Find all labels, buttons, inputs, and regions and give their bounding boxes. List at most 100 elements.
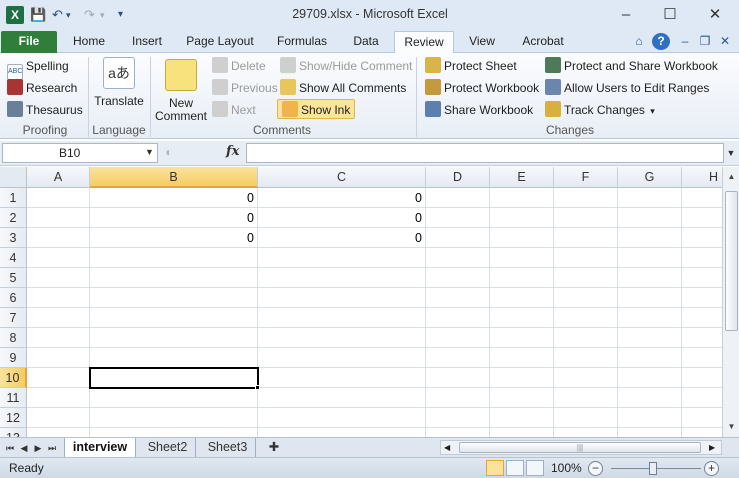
row-header-13[interactable]: 13 — [0, 428, 27, 437]
cell-f13[interactable] — [554, 428, 618, 437]
cell-f10[interactable] — [554, 368, 618, 388]
row-header-10[interactable]: 10 — [0, 368, 27, 388]
cell-d4[interactable] — [426, 248, 490, 268]
page-layout-view-icon[interactable] — [506, 460, 524, 476]
cell-d9[interactable] — [426, 348, 490, 368]
sheet-tab-sheet3[interactable]: Sheet3 — [200, 438, 256, 457]
next-sheet-icon[interactable]: ▶ — [32, 441, 44, 455]
cell-f8[interactable] — [554, 328, 618, 348]
cell-g2[interactable] — [618, 208, 682, 228]
cell-h9[interactable] — [682, 348, 722, 368]
protect-sheet-button[interactable]: Protect Sheet — [425, 56, 517, 76]
tab-acrobat[interactable]: Acrobat — [514, 31, 572, 53]
cell-e11[interactable] — [490, 388, 554, 408]
next-comment-button[interactable]: Next — [212, 100, 256, 120]
scroll-down-icon[interactable]: ▼ — [725, 419, 738, 434]
cell-e12[interactable] — [490, 408, 554, 428]
cell-b13[interactable] — [90, 428, 258, 437]
workbook-restore-icon[interactable]: ❐ — [696, 33, 714, 50]
scroll-up-icon[interactable]: ▲ — [725, 169, 738, 184]
tab-insert[interactable]: Insert — [122, 31, 172, 53]
customize-qat-icon[interactable]: ▾ — [118, 7, 123, 23]
cell-d11[interactable] — [426, 388, 490, 408]
zoom-in-icon[interactable]: + — [704, 461, 719, 476]
undo-dropdown-icon[interactable]: ▾ — [66, 7, 71, 23]
expand-formula-bar-icon[interactable]: ▼ — [724, 143, 738, 163]
cell-b6[interactable] — [90, 288, 258, 308]
sheet-tab-sheet2[interactable]: Sheet2 — [140, 438, 196, 457]
cell-e8[interactable] — [490, 328, 554, 348]
cell-a7[interactable] — [27, 308, 90, 328]
tab-home[interactable]: Home — [62, 31, 116, 53]
cell-d10[interactable] — [426, 368, 490, 388]
cell-e6[interactable] — [490, 288, 554, 308]
cell-h1[interactable] — [682, 188, 722, 208]
cell-g6[interactable] — [618, 288, 682, 308]
vertical-scrollbar[interactable]: ▲ ▼ — [722, 167, 739, 437]
cell-c10[interactable] — [258, 368, 426, 388]
delete-comment-button[interactable]: Delete — [212, 56, 266, 76]
cell-e13[interactable] — [490, 428, 554, 437]
cell-h2[interactable] — [682, 208, 722, 228]
row-header-9[interactable]: 9 — [0, 348, 27, 368]
minimize-button[interactable]: – — [611, 4, 641, 26]
worksheet-grid[interactable]: ABCDEFGH10020030045678910111213 — [0, 167, 722, 437]
name-box-dropdown-icon[interactable]: ▼ — [145, 147, 154, 157]
track-changes-button[interactable]: Track Changes ▾ — [545, 100, 655, 120]
cell-d2[interactable] — [426, 208, 490, 228]
allow-users-edit-ranges-button[interactable]: Allow Users to Edit Ranges — [545, 78, 709, 98]
show-hide-comment-button[interactable]: Show/Hide Comment — [280, 56, 412, 76]
cell-a11[interactable] — [27, 388, 90, 408]
close-button[interactable]: ✕ — [700, 4, 730, 26]
cell-c1[interactable]: 0 — [258, 188, 426, 208]
cell-d6[interactable] — [426, 288, 490, 308]
cell-e10[interactable] — [490, 368, 554, 388]
column-header-f[interactable]: F — [554, 167, 618, 188]
formula-input[interactable] — [246, 143, 724, 163]
cell-f5[interactable] — [554, 268, 618, 288]
column-header-d[interactable]: D — [426, 167, 490, 188]
vertical-scroll-thumb[interactable] — [725, 191, 738, 331]
cell-g13[interactable] — [618, 428, 682, 437]
cell-c13[interactable] — [258, 428, 426, 437]
cell-h3[interactable] — [682, 228, 722, 248]
cell-e3[interactable] — [490, 228, 554, 248]
cell-c6[interactable] — [258, 288, 426, 308]
cell-c12[interactable] — [258, 408, 426, 428]
cell-a9[interactable] — [27, 348, 90, 368]
row-header-1[interactable]: 1 — [0, 188, 27, 208]
cell-h7[interactable] — [682, 308, 722, 328]
cell-e5[interactable] — [490, 268, 554, 288]
cell-a6[interactable] — [27, 288, 90, 308]
tab-file[interactable]: File — [1, 31, 57, 53]
cell-f4[interactable] — [554, 248, 618, 268]
cell-h8[interactable] — [682, 328, 722, 348]
help-icon[interactable]: ? — [652, 33, 670, 50]
protect-share-workbook-button[interactable]: Protect and Share Workbook — [545, 56, 718, 76]
zoom-out-icon[interactable]: − — [588, 461, 603, 476]
cell-e2[interactable] — [490, 208, 554, 228]
cell-f12[interactable] — [554, 408, 618, 428]
cell-c3[interactable]: 0 — [258, 228, 426, 248]
show-ink-button[interactable]: Show Ink — [277, 99, 356, 119]
show-all-comments-button[interactable]: Show All Comments — [280, 78, 406, 98]
column-header-c[interactable]: C — [258, 167, 426, 188]
save-icon[interactable]: 💾 — [30, 7, 46, 23]
cell-h13[interactable] — [682, 428, 722, 437]
cell-b3[interactable]: 0 — [90, 228, 258, 248]
cell-b5[interactable] — [90, 268, 258, 288]
cell-g10[interactable] — [618, 368, 682, 388]
cell-c11[interactable] — [258, 388, 426, 408]
cell-e7[interactable] — [490, 308, 554, 328]
row-header-11[interactable]: 11 — [0, 388, 27, 408]
cell-b8[interactable] — [90, 328, 258, 348]
column-header-e[interactable]: E — [490, 167, 554, 188]
cell-g7[interactable] — [618, 308, 682, 328]
cell-d13[interactable] — [426, 428, 490, 437]
cell-c9[interactable] — [258, 348, 426, 368]
fill-handle[interactable] — [255, 385, 260, 390]
cell-b7[interactable] — [90, 308, 258, 328]
select-all-button[interactable] — [0, 167, 27, 188]
cell-f1[interactable] — [554, 188, 618, 208]
cell-a2[interactable] — [27, 208, 90, 228]
